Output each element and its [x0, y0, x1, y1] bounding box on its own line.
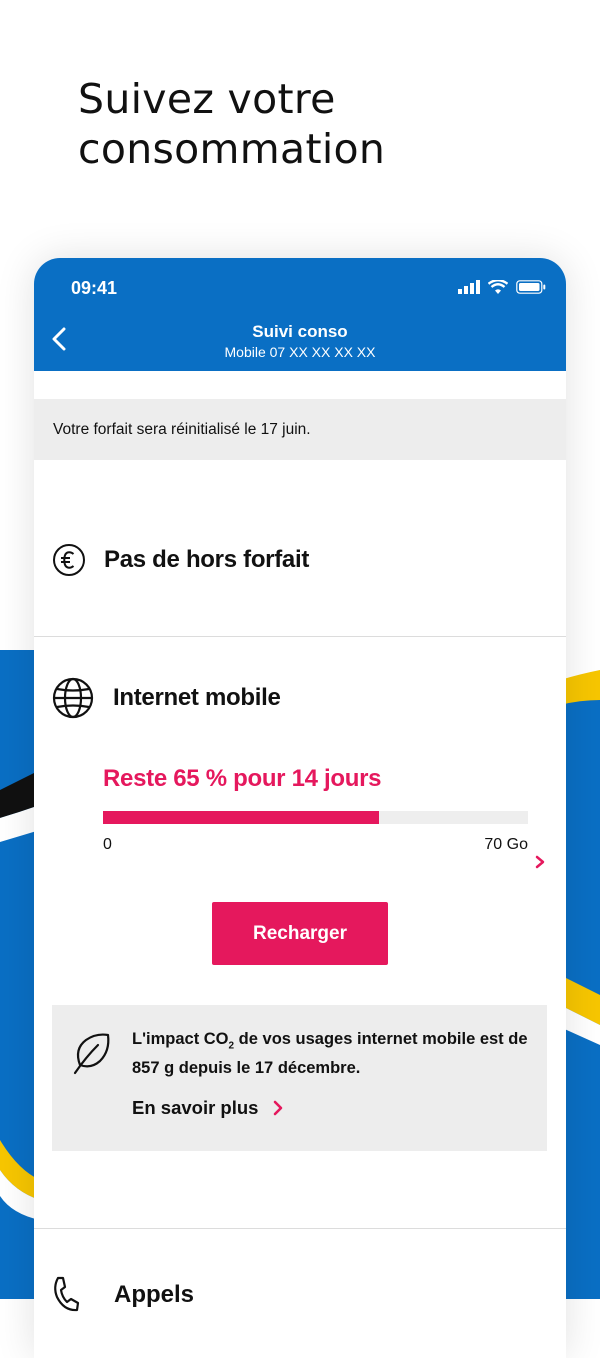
learn-more-label: En savoir plus: [132, 1097, 259, 1118]
leaf-icon: [73, 1033, 110, 1075]
globe-icon: [52, 677, 94, 719]
page-headline: Suivez votre consommation: [78, 75, 386, 173]
status-icons: [458, 280, 546, 294]
co2-info-text: L'impact CO2 de vos usages internet mobi…: [132, 1030, 528, 1078]
internet-row: Internet mobile: [52, 677, 281, 719]
remaining-text: Reste 65 % pour 14 jours: [103, 765, 382, 792]
data-progress-fill: [103, 811, 380, 824]
appels-label: Appels: [114, 1281, 195, 1308]
internet-label: Internet mobile: [113, 684, 281, 711]
app-header: 09:41 Suivi conso Mobile 07 XX XX XX XX: [34, 258, 566, 371]
reset-banner: Votre forfait sera réinitialisé le 17 ju…: [34, 399, 566, 460]
nav-subtitle: Mobile 07 XX XX XX XX: [224, 344, 376, 360]
divider: [34, 636, 566, 637]
hors-forfait-row: Pas de hors forfait: [52, 543, 309, 577]
chevron-right-icon[interactable]: [534, 855, 546, 869]
chevron-right-icon: [274, 1100, 283, 1116]
signal-icon: [458, 280, 480, 294]
euro-icon: [53, 544, 85, 576]
divider: [34, 1228, 566, 1229]
data-progress-bar: [103, 811, 528, 824]
scale-max: 70 Go: [484, 836, 528, 853]
phone-icon: [54, 1276, 80, 1312]
battery-icon: [516, 280, 546, 294]
hors-forfait-label: Pas de hors forfait: [104, 546, 310, 573]
recharge-button[interactable]: Recharger: [212, 902, 388, 965]
scale-min: 0: [103, 836, 112, 853]
wifi-icon: [488, 280, 508, 294]
nav-title: Suivi conso: [252, 322, 348, 341]
co2-info-panel: L'impact CO2 de vos usages internet mobi…: [52, 1005, 547, 1151]
phone-mockup: 09:41 Suivi conso Mobile 07 XX XX XX XX …: [34, 258, 566, 1358]
status-time: 09:41: [71, 278, 118, 298]
learn-more-link[interactable]: En savoir plus: [132, 1097, 284, 1119]
